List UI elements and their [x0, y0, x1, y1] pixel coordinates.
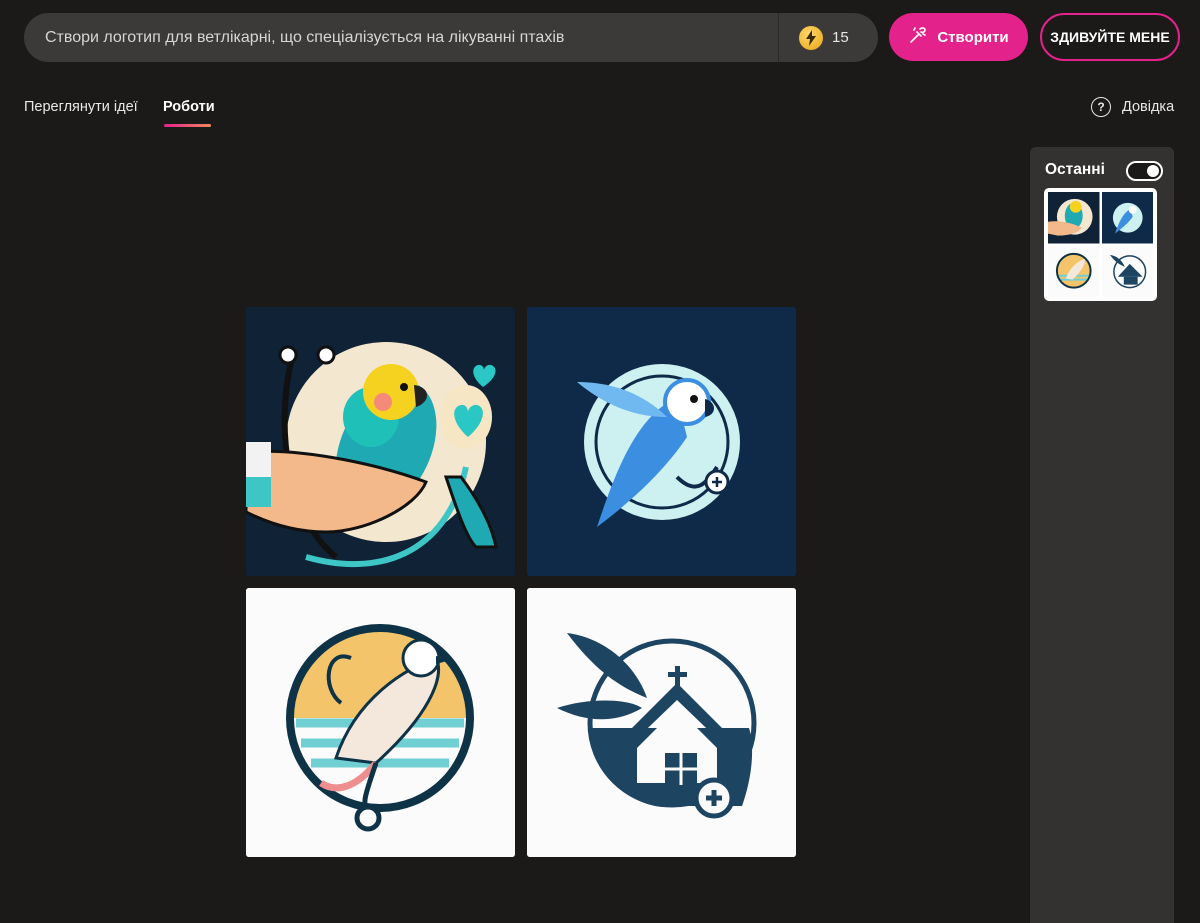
dove-stethoscope-logo: [246, 588, 515, 857]
help-label: Довідка: [1122, 99, 1175, 115]
generated-image-4[interactable]: [527, 588, 796, 857]
thumb-4: [1101, 245, 1153, 297]
thumb-1: [1048, 192, 1100, 244]
recent-sidebar: Останні: [1030, 147, 1174, 923]
surprise-me-button[interactable]: ЗДИВУЙТЕ МЕНЕ: [1040, 13, 1180, 61]
lightning-bolt-icon: [799, 25, 823, 50]
thumb-2: [1101, 192, 1153, 244]
tab-creations[interactable]: Роботи: [163, 99, 215, 115]
thumb-3: [1048, 245, 1100, 297]
blue-parrot-circle-logo: [527, 307, 796, 576]
prompt-input[interactable]: Створи логотип для ветлікарні, що спеціа…: [24, 29, 778, 47]
active-tab-indicator: [164, 124, 211, 127]
generated-image-3[interactable]: [246, 588, 515, 857]
recent-toggle[interactable]: [1126, 161, 1163, 181]
dove-clinic-house-logo: [527, 588, 796, 857]
tab-explore-ideas[interactable]: Переглянути ідеї: [24, 99, 138, 115]
sidebar-title: Останні: [1045, 161, 1105, 178]
recent-creation-thumbnail[interactable]: [1044, 188, 1157, 301]
help-icon: ?: [1091, 97, 1111, 117]
generated-image-1[interactable]: [246, 307, 515, 576]
toggle-knob: [1147, 165, 1159, 177]
create-button-label: Створити: [937, 28, 1009, 46]
generated-image-2[interactable]: [527, 307, 796, 576]
cockatiel-hand-logo: [246, 307, 515, 576]
boost-count: 15: [832, 29, 849, 46]
magic-wand-icon: [908, 25, 928, 49]
boost-counter[interactable]: 15: [779, 13, 878, 62]
create-button[interactable]: Створити: [889, 13, 1028, 61]
help-link[interactable]: ? Довідка: [1091, 97, 1174, 117]
prompt-bar[interactable]: Створи логотип для ветлікарні, що спеціа…: [24, 13, 878, 62]
